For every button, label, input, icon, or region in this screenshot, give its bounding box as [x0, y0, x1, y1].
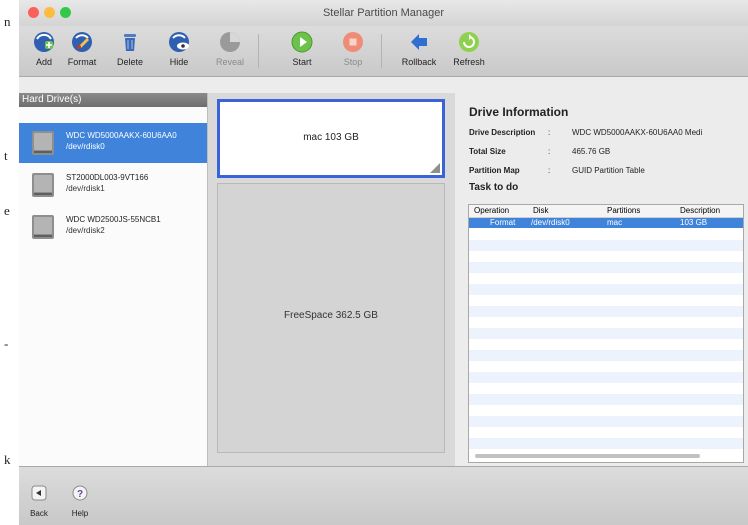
back-button[interactable]: Back [24, 485, 54, 518]
delete-label: Delete [116, 57, 143, 67]
resize-grip-icon[interactable] [430, 163, 440, 173]
info-key: Partition Map [469, 166, 520, 175]
table-stripe [469, 416, 743, 427]
partition-mac-label: mac 103 GB [303, 132, 359, 143]
table-stripe [469, 240, 743, 251]
add-icon [34, 32, 54, 52]
info-colon: : [548, 128, 551, 137]
back-icon [31, 485, 47, 501]
info-value: WDC WD5000AAKX-60U6AA0 Medi [572, 128, 703, 137]
horizontal-scrollbar[interactable] [475, 454, 700, 458]
partition-mac[interactable]: mac 103 GB [217, 99, 445, 178]
table-stripe [469, 350, 743, 361]
column-header-partitions[interactable]: Partitions [607, 206, 640, 215]
table-stripe [469, 438, 743, 449]
info-key: Total Size [469, 147, 506, 156]
info-key: Drive Description [469, 128, 536, 137]
refresh-icon [459, 32, 479, 52]
reveal-label: Reveal [215, 57, 244, 67]
drive-item-rdisk2[interactable]: WDC WD2500JS-55NCB1 /dev/rdisk2 [19, 207, 207, 247]
background-text-strip: n t e - k [0, 0, 19, 525]
drive-path: /dev/rdisk1 [66, 184, 105, 193]
info-colon: : [548, 166, 551, 175]
help-button[interactable]: ? Help [65, 485, 95, 518]
drive-path: /dev/rdisk0 [66, 142, 105, 151]
rollback-icon [411, 34, 427, 50]
partition-freespace[interactable]: FreeSpace 362.5 GB [217, 183, 445, 453]
cell-partitions: mac [607, 218, 623, 227]
cell-description: 103 GB [680, 218, 708, 227]
task-title: Task to do [469, 182, 519, 193]
back-label: Back [30, 509, 48, 518]
stop-button[interactable]: Stop [328, 29, 378, 73]
stray-letter: - [4, 336, 9, 351]
reveal-icon [220, 32, 240, 52]
task-table: Operation Disk Partitions Description Fo… [468, 204, 744, 463]
rollback-button[interactable]: Rollback [394, 29, 444, 73]
info-value: 465.76 GB [572, 147, 611, 156]
info-colon: : [548, 147, 551, 156]
stop-label: Stop [343, 57, 363, 67]
stray-letter: e [4, 203, 10, 218]
help-label: Help [71, 509, 89, 518]
toolbar: Add Format Delete Hide Reveal Start Stop [19, 26, 748, 77]
partition-freespace-label: FreeSpace 362.5 GB [284, 310, 378, 321]
drive-name: ST2000DL003-9VT166 [66, 173, 149, 182]
table-stripe [469, 262, 743, 273]
rollback-label: Rollback [401, 57, 437, 67]
table-row[interactable]: Format /dev/rdisk0 mac 103 GB [469, 218, 743, 228]
column-header-operation[interactable]: Operation [474, 206, 509, 215]
hard-drive-icon [32, 215, 54, 239]
delete-icon [124, 34, 136, 51]
format-label: Format [67, 57, 97, 67]
refresh-button[interactable]: Refresh [444, 29, 494, 73]
table-stripe [469, 306, 743, 317]
cell-disk: /dev/rdisk0 [531, 218, 570, 227]
info-value: GUID Partition Table [572, 166, 645, 175]
hide-label: Hide [169, 57, 189, 67]
format-icon [72, 32, 92, 52]
drive-name: WDC WD2500JS-55NCB1 [66, 215, 161, 224]
table-stripe [469, 328, 743, 339]
start-button[interactable]: Start [277, 29, 327, 73]
delete-button[interactable]: Delete [105, 29, 155, 73]
format-button[interactable]: Format [57, 29, 107, 73]
drive-info-title: Drive Information [469, 105, 569, 119]
hard-drive-list-header: Hard Drive(s) [19, 93, 207, 107]
hard-drive-icon [32, 131, 54, 155]
hard-drive-list: Hard Drive(s) WDC WD5000AAKX-60U6AA0 /de… [19, 93, 208, 466]
table-stripe [469, 372, 743, 383]
start-label: Start [292, 57, 312, 67]
drive-item-rdisk0[interactable]: WDC WD5000AAKX-60U6AA0 /dev/rdisk0 [19, 123, 207, 163]
title-bar: Stellar Partition Manager [19, 0, 748, 26]
window-title: Stellar Partition Manager [322, 7, 445, 19]
drive-info-panel: Drive Information Drive Description : WD… [456, 93, 748, 466]
stray-letter: n [4, 14, 11, 29]
svg-text:?: ? [77, 489, 83, 500]
hide-icon [169, 32, 189, 52]
table-stripe [469, 284, 743, 295]
toolbar-separator [381, 34, 382, 68]
cell-operation: Format [490, 218, 516, 227]
app-window: Stellar Partition Manager Add Format Del… [19, 0, 748, 525]
task-table-header: Operation Disk Partitions Description [469, 205, 743, 218]
column-header-disk[interactable]: Disk [533, 206, 549, 215]
hard-drive-icon [32, 173, 54, 197]
stray-letter: k [4, 452, 11, 467]
help-icon: ? [72, 485, 88, 501]
stop-icon [343, 32, 363, 52]
start-icon [291, 31, 313, 53]
refresh-label: Refresh [453, 57, 485, 67]
drive-name: WDC WD5000AAKX-60U6AA0 [66, 131, 177, 140]
stray-letter: t [4, 148, 8, 163]
drive-item-rdisk1[interactable]: ST2000DL003-9VT166 /dev/rdisk1 [19, 165, 207, 205]
drive-path: /dev/rdisk2 [66, 226, 105, 235]
reveal-button[interactable]: Reveal [205, 29, 255, 73]
hide-button[interactable]: Hide [154, 29, 204, 73]
table-stripe [469, 394, 743, 405]
column-header-description[interactable]: Description [680, 206, 720, 215]
toolbar-separator [258, 34, 259, 68]
bottom-bar: Back ? Help [19, 466, 748, 525]
partition-layout: mac 103 GB FreeSpace 362.5 GB [208, 93, 455, 466]
